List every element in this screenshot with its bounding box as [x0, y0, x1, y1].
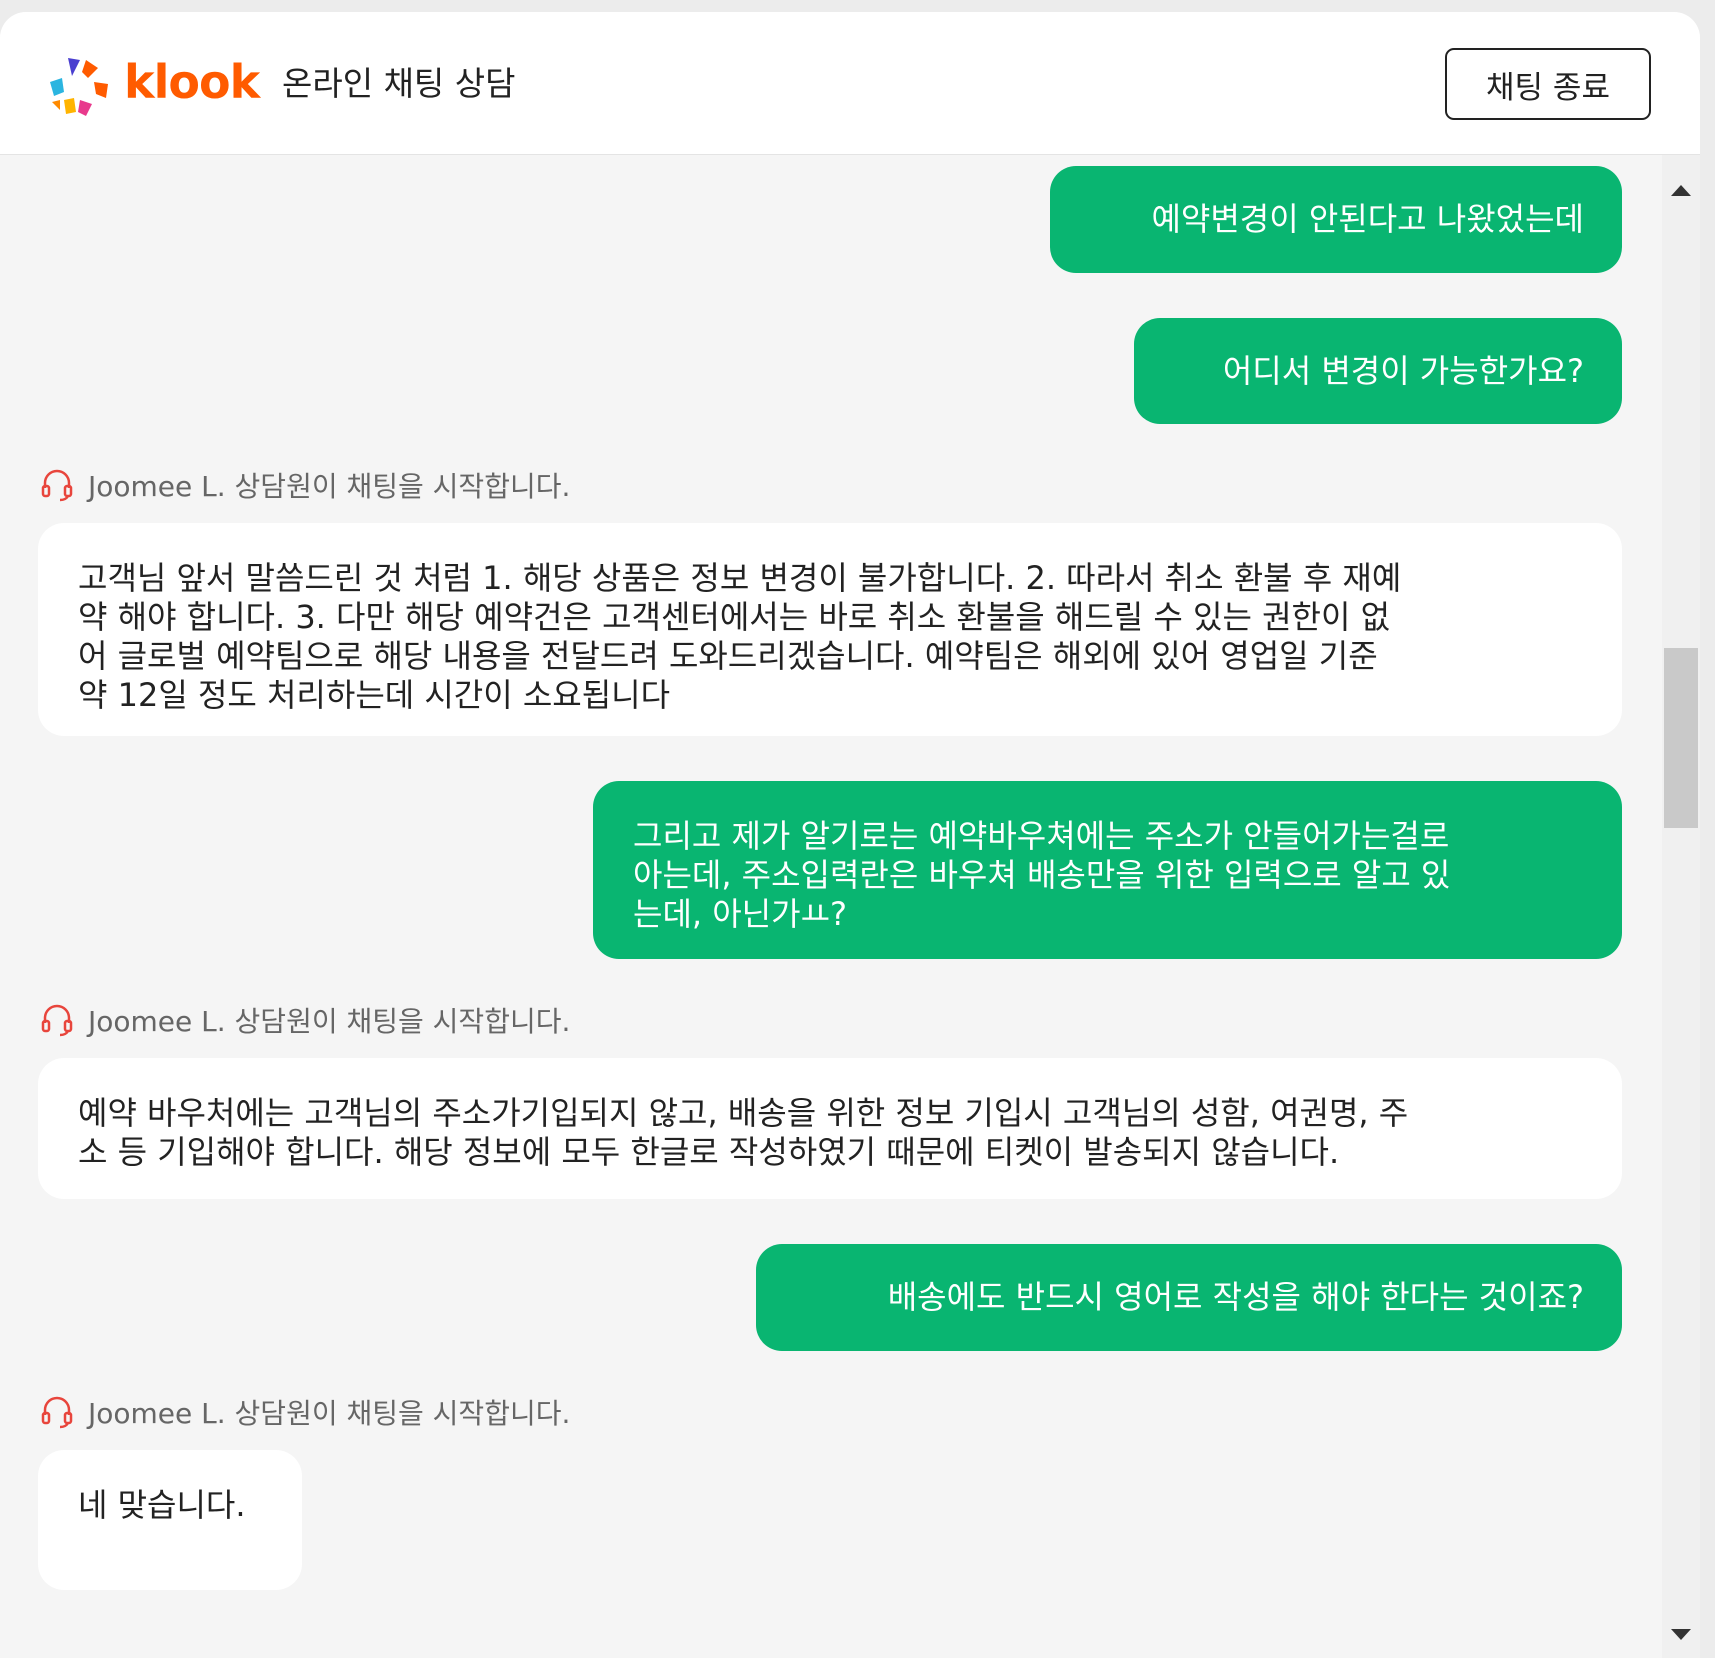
headset-icon — [41, 1396, 73, 1429]
scroll-up-arrow-icon[interactable] — [1671, 185, 1691, 196]
message-line: 어 글로벌 예약팀으로 해당 내용을 전달드려 도와드리겠습니다. 예약팀은 해… — [78, 637, 1378, 675]
brand-wordmark: klook — [124, 55, 260, 109]
message-text: 예약변경이 안된다고 나왔었는데 — [1151, 200, 1584, 238]
chat-window: klook 온라인 채팅 상담 채팅 종료 예약변경이 안된다고 나왔었는데 어… — [0, 12, 1700, 1658]
system-notice-text: Joomee L. 상담원이 채팅을 시작합니다. — [88, 470, 571, 503]
headset-icon — [41, 1004, 73, 1037]
agent-message: 예약 바우처에는 고객님의 주소가기입되지 않고, 배송을 위한 정보 기입시 … — [38, 1058, 1622, 1199]
user-message: 배송에도 반드시 영어로 작성을 해야 한다는 것이죠? — [756, 1244, 1622, 1351]
headset-icon — [41, 469, 73, 502]
klook-logo-icon — [50, 58, 108, 116]
message-text: 어디서 변경이 가능한가요? — [1222, 351, 1584, 390]
message-line: 예약 바우처에는 고객님의 주소가기입되지 않고, 배송을 위한 정보 기입시 … — [78, 1094, 1409, 1132]
agent-message: 네 맞습니다. — [38, 1450, 302, 1590]
message-line: 네 맞습니다. — [78, 1486, 246, 1524]
user-message: 예약변경이 안된다고 나왔었는데 — [1050, 166, 1622, 273]
system-notice: Joomee L. 상담원이 채팅을 시작합니다. — [40, 1392, 570, 1432]
scrollbar[interactable] — [1662, 155, 1700, 1658]
agent-message: 고객님 앞서 말씀드린 것 처럼 1. 해당 상품은 정보 변경이 불가합니다.… — [38, 523, 1622, 736]
message-line: 고객님 앞서 말씀드린 것 처럼 1. 해당 상품은 정보 변경이 불가합니다.… — [78, 559, 1402, 597]
system-notice-text: Joomee L. 상담원이 채팅을 시작합니다. — [88, 1397, 571, 1430]
chat-header: klook 온라인 채팅 상담 채팅 종료 — [0, 12, 1700, 155]
end-chat-button[interactable]: 채팅 종료 — [1445, 48, 1651, 120]
message-text: 배송에도 반드시 영어로 작성을 해야 한다는 것이죠? — [887, 1278, 1584, 1316]
user-message: 그리고 제가 알기로는 예약바우쳐에는 주소가 안들어가는걸로 아는데, 주소입… — [593, 781, 1622, 959]
system-notice: Joomee L. 상담원이 채팅을 시작합니다. — [40, 465, 570, 505]
scrollbar-thumb[interactable] — [1664, 648, 1698, 828]
message-line: 소 등 기입해야 합니다. 해당 정보에 모두 한글로 작성하였기 때문에 티켓… — [78, 1133, 1340, 1171]
message-line: 아는데, 주소입력란은 바우쳐 배송만을 위한 입력으로 알고 있 — [633, 856, 1451, 894]
message-line: 약 해야 합니다. 3. 다만 해당 예약건은 고객센터에서는 바로 취소 환불… — [78, 598, 1391, 636]
message-line: 는데, 아닌가ㅛ? — [633, 895, 847, 933]
user-message: 어디서 변경이 가능한가요? — [1134, 318, 1622, 424]
page-title: 온라인 채팅 상담 — [282, 64, 516, 103]
system-notice: Joomee L. 상담원이 채팅을 시작합니다. — [40, 1000, 570, 1040]
system-notice-text: Joomee L. 상담원이 채팅을 시작합니다. — [88, 1005, 571, 1038]
message-line: 약 12일 정도 처리하는데 시간이 소요됩니다 — [78, 676, 671, 714]
message-list: 예약변경이 안된다고 나왔었는데 어디서 변경이 가능한가요? Joomee L… — [0, 155, 1662, 1658]
scroll-down-arrow-icon[interactable] — [1671, 1629, 1691, 1640]
message-line: 그리고 제가 알기로는 예약바우쳐에는 주소가 안들어가는걸로 — [633, 817, 1450, 855]
